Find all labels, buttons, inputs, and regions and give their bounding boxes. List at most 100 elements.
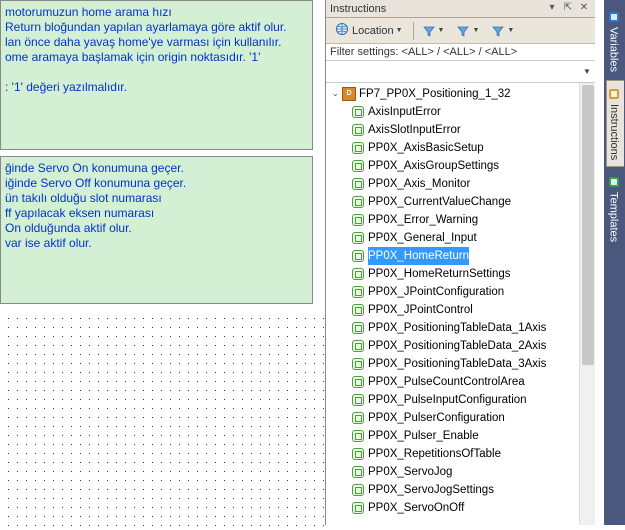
tab-icon <box>607 87 621 101</box>
side-tab-templates[interactable]: Templates <box>606 169 624 248</box>
search-input[interactable] <box>326 64 579 80</box>
function-block-icon <box>352 232 364 244</box>
tree-item-label: AxisSlotInputError <box>368 121 461 139</box>
tree-item[interactable]: PP0X_Axis_Monitor <box>352 175 595 193</box>
comment-block-2: ğinde Servo On konumuna geçer.iğinde Ser… <box>0 156 313 304</box>
tree-item-label: PP0X_ServoJogSettings <box>368 481 494 499</box>
function-block-icon <box>352 250 364 262</box>
close-icon[interactable]: ✕ <box>577 2 591 16</box>
tree-item[interactable]: PP0X_General_Input <box>352 229 595 247</box>
tree-item-label: PP0X_ServoOnOff <box>368 499 464 517</box>
funnel-icon <box>491 24 505 38</box>
panel-titlebar: Instructions ▾ ⇱ ✕ <box>326 0 595 18</box>
panel-toolbar: Location ▼ ▼ ▼ ▼ <box>326 18 595 44</box>
tree-item[interactable]: PP0X_PulseCountControlArea <box>352 373 595 391</box>
filter-2-button[interactable]: ▼ <box>451 22 484 40</box>
comment-line: ğinde Servo On konumuna geçer. <box>5 161 308 176</box>
tree-item[interactable]: PP0X_RepetitionsOfTable <box>352 445 595 463</box>
tree-item[interactable]: PP0X_Pulser_Enable <box>352 427 595 445</box>
comment-line: ün takılı olduğu slot numarası <box>5 191 308 206</box>
filter-3-button[interactable]: ▼ <box>486 22 519 40</box>
comment-line: motorumuzun home arama hızı <box>5 5 308 20</box>
chevron-down-icon: ▼ <box>507 27 514 34</box>
function-block-icon <box>352 394 364 406</box>
tree-item-label: PP0X_HomeReturnSettings <box>368 265 511 283</box>
comment-line: On olduğunda aktif olur. <box>5 221 308 236</box>
tree-item[interactable]: PP0X_PulseInputConfiguration <box>352 391 595 409</box>
scrollbar-thumb[interactable] <box>582 85 594 365</box>
tree-item[interactable]: PP0X_PositioningTableData_2Axis <box>352 337 595 355</box>
scrollbar[interactable] <box>579 83 595 525</box>
tree-item[interactable]: PP0X_AxisBasicSetup <box>352 139 595 157</box>
comment-line: ome aramaya başlamak için origin noktası… <box>5 50 308 65</box>
tree-item[interactable]: PP0X_AxisGroupSettings <box>352 157 595 175</box>
tree-item[interactable]: PP0X_HomeReturn <box>352 247 595 265</box>
tree-item[interactable]: PP0X_Error_Warning <box>352 211 595 229</box>
function-block-icon <box>352 124 364 136</box>
chevron-down-icon: ▼ <box>472 27 479 34</box>
tree-item-label: PP0X_AxisBasicSetup <box>368 139 484 157</box>
tree-item[interactable]: PP0X_PositioningTableData_3Axis <box>352 355 595 373</box>
tree-root[interactable]: ⌄ D FP7_PP0X_Positioning_1_32 <box>330 85 595 103</box>
tree-item[interactable]: PP0X_JPointConfiguration <box>352 283 595 301</box>
tree-item-label: PP0X_General_Input <box>368 229 477 247</box>
globe-icon <box>335 22 349 39</box>
function-block-icon <box>352 106 364 118</box>
tree-item-label: PP0X_Pulser_Enable <box>368 427 479 445</box>
function-block-icon <box>352 322 364 334</box>
function-block-icon <box>352 196 364 208</box>
search-row: ▼ <box>326 61 595 83</box>
tree-item-label: PP0X_JPointControl <box>368 301 473 319</box>
side-tab-variables[interactable]: Variables <box>606 4 624 78</box>
tree-item-label: PP0X_Error_Warning <box>368 211 478 229</box>
function-block-icon <box>352 502 364 514</box>
side-tab-label: Instructions <box>608 104 620 160</box>
panel-menu-icon[interactable]: ▾ <box>545 2 559 16</box>
tree-item[interactable]: PP0X_JPointControl <box>352 301 595 319</box>
tab-icon <box>607 10 621 24</box>
side-tab-instructions[interactable]: Instructions <box>606 80 624 167</box>
panel-pin-icon[interactable]: ⇱ <box>561 2 575 16</box>
panel-title-text: Instructions <box>330 3 386 15</box>
function-block-icon <box>352 340 364 352</box>
function-block-icon <box>352 142 364 154</box>
function-block-icon <box>352 214 364 226</box>
tree-item-label: AxisInputError <box>368 103 441 121</box>
tree-item[interactable]: PP0X_CurrentValueChange <box>352 193 595 211</box>
ladder-grid[interactable] <box>0 310 325 530</box>
tree-item[interactable]: PP0X_ServoJog <box>352 463 595 481</box>
tree-item[interactable]: AxisInputError <box>352 103 595 121</box>
function-block-icon <box>352 304 364 316</box>
tree-item[interactable]: PP0X_ServoJogSettings <box>352 481 595 499</box>
tree-item-label: PP0X_Axis_Monitor <box>368 175 470 193</box>
tree-item-label: PP0X_JPointConfiguration <box>368 283 504 301</box>
location-button[interactable]: Location ▼ <box>330 20 408 41</box>
comment-line <box>5 65 308 80</box>
comment-line: lan önce daha yavaş home'ye varması için… <box>5 35 308 50</box>
tree-item-label: PP0X_PositioningTableData_2Axis <box>368 337 546 355</box>
function-block-icon <box>352 484 364 496</box>
tree-item-label: PP0X_RepetitionsOfTable <box>368 445 501 463</box>
filter-1-button[interactable]: ▼ <box>417 22 450 40</box>
side-tab-label: Variables <box>608 27 620 72</box>
comment-line: Return bloğundan yapılan ayarlamaya göre… <box>5 20 308 35</box>
search-dropdown-icon[interactable]: ▼ <box>579 67 595 76</box>
comment-block-1: motorumuzun home arama hızıReturn bloğun… <box>0 0 313 150</box>
comment-line: ff yapılacak eksen numarası <box>5 206 308 221</box>
filter-settings-text: Filter settings: <ALL> / <ALL> / <ALL> <box>326 44 595 61</box>
tree-item[interactable]: PP0X_ServoOnOff <box>352 499 595 517</box>
collapse-icon[interactable]: ⌄ <box>332 85 342 103</box>
tree-item[interactable]: AxisSlotInputError <box>352 121 595 139</box>
tree-root-label: FP7_PP0X_Positioning_1_32 <box>359 85 511 103</box>
tree-item-label: PP0X_PulseCountControlArea <box>368 373 525 391</box>
separator <box>413 22 414 40</box>
side-tab-strip: Variables Instructions Templates <box>604 0 625 525</box>
tree-item[interactable]: PP0X_HomeReturnSettings <box>352 265 595 283</box>
function-block-icon <box>352 466 364 478</box>
comment-line: var ise aktif olur. <box>5 236 308 251</box>
tree-item-label: PP0X_AxisGroupSettings <box>368 157 499 175</box>
tree-item[interactable]: PP0X_PositioningTableData_1Axis <box>352 319 595 337</box>
tree-view: ⌄ D FP7_PP0X_Positioning_1_32 AxisInputE… <box>326 83 595 525</box>
tree-item[interactable]: PP0X_PulserConfiguration <box>352 409 595 427</box>
function-block-icon <box>352 160 364 172</box>
